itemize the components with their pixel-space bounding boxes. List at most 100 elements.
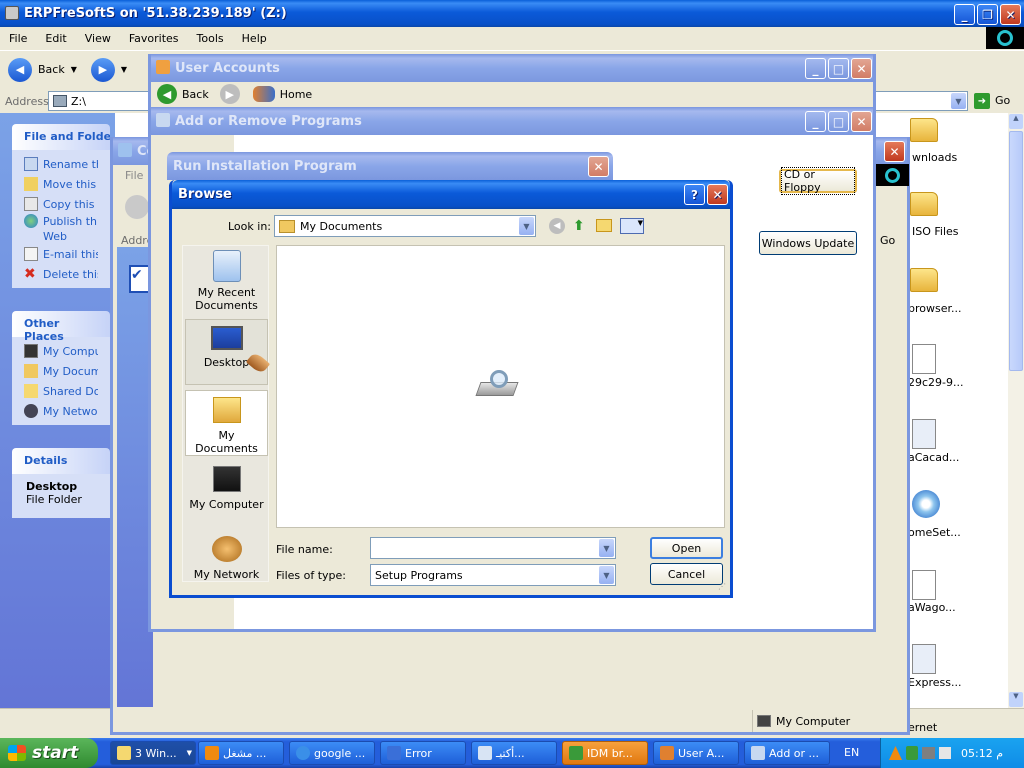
- shield-tray-icon[interactable]: [906, 746, 918, 760]
- other-places-header[interactable]: Other Places: [12, 311, 110, 343]
- close-button[interactable]: ✕: [851, 58, 872, 79]
- look-in-dropdown[interactable]: My Documents ▼: [274, 215, 536, 237]
- minimize-button[interactable]: _: [805, 111, 826, 132]
- place-my-network[interactable]: My Network: [185, 536, 268, 581]
- back-dropdown-icon[interactable]: ▼: [71, 65, 77, 74]
- windows-update-button[interactable]: Windows Update: [759, 231, 857, 255]
- scroll-thumb[interactable]: [1009, 131, 1023, 371]
- cancel-button[interactable]: Cancel: [650, 563, 723, 585]
- vlc-tray-icon[interactable]: [889, 746, 902, 760]
- place-my-documents[interactable]: My Documents: [185, 390, 268, 456]
- browse-titlebar[interactable]: Browse ? ✕: [172, 180, 730, 209]
- menu-file[interactable]: File: [0, 32, 36, 45]
- open-button[interactable]: Open: [650, 537, 723, 559]
- minimize-button[interactable]: _: [805, 58, 826, 79]
- forward-arrow-icon[interactable]: ▶: [90, 57, 115, 82]
- file-item[interactable]: browser...: [906, 264, 1006, 315]
- close-button[interactable]: ✕: [884, 141, 905, 162]
- dropdown-arrow-icon[interactable]: ▼: [599, 566, 614, 584]
- forward-arrow-icon[interactable]: ▶: [219, 84, 240, 104]
- file-item[interactable]: omeSet...: [906, 488, 1006, 539]
- menu-edit[interactable]: Edit: [36, 32, 75, 45]
- cd-or-floppy-button[interactable]: CD or Floppy: [779, 167, 857, 195]
- close-button[interactable]: ✕: [588, 156, 609, 177]
- taskbar-user-accounts[interactable]: User A...: [653, 741, 739, 765]
- go-label[interactable]: Go: [995, 94, 1010, 107]
- clock[interactable]: 05:12 م: [961, 747, 1003, 760]
- menu-tools[interactable]: Tools: [188, 32, 233, 45]
- copy-folder-link[interactable]: Copy this fol: [24, 194, 98, 214]
- explorer-scrollbar[interactable]: ▲ ▼: [1008, 113, 1024, 708]
- back-arrow-icon[interactable]: ◀: [157, 84, 177, 104]
- details-header[interactable]: Details: [12, 448, 110, 474]
- place-my-documents[interactable]: My Documen: [24, 361, 98, 381]
- place-my-computer[interactable]: My Computer: [24, 341, 98, 361]
- rename-folder-link[interactable]: Rename this: [24, 154, 98, 174]
- resize-grip-icon[interactable]: ⋰: [718, 582, 726, 591]
- explorer-titlebar[interactable]: ERPFreSoftS on '51.38.239.189' (Z:) _ ❐ …: [0, 0, 1024, 27]
- place-recent-documents[interactable]: My Recent Documents: [185, 250, 268, 312]
- start-button[interactable]: start: [0, 738, 98, 768]
- menu-file[interactable]: File: [125, 169, 143, 182]
- file-item[interactable]: Express...: [906, 640, 1006, 690]
- file-name-input[interactable]: ▼: [370, 537, 616, 559]
- place-my-computer[interactable]: My Computer: [185, 466, 268, 511]
- back-nav-icon[interactable]: ◀: [549, 218, 565, 234]
- volume-tray-icon[interactable]: [939, 747, 951, 759]
- go-label[interactable]: Go: [880, 234, 895, 247]
- back-label[interactable]: Back: [182, 88, 209, 101]
- view-menu-icon[interactable]: ▼: [620, 218, 644, 234]
- files-of-type-select[interactable]: Setup Programs ▼: [370, 564, 616, 586]
- file-item[interactable]: aCacad...: [906, 415, 1006, 465]
- dropdown-arrow-icon[interactable]: ▼: [599, 539, 614, 557]
- taskbar-idm[interactable]: IDM br...: [562, 741, 648, 765]
- publish-folder-link[interactable]: Publish this fo: [24, 214, 98, 228]
- menu-view[interactable]: View: [76, 32, 120, 45]
- taskbar-error[interactable]: Error: [380, 741, 466, 765]
- add-remove-titlebar[interactable]: Add or Remove Programs _ □ ✕: [151, 107, 873, 135]
- home-label[interactable]: Home: [280, 88, 312, 101]
- file-tasks-header[interactable]: File and Folder Tasks: [12, 124, 110, 150]
- delete-folder-link[interactable]: ✖ Delete this fol: [24, 264, 98, 284]
- new-folder-icon[interactable]: [596, 219, 612, 232]
- help-button[interactable]: ?: [684, 184, 705, 205]
- close-button[interactable]: ✕: [707, 184, 728, 205]
- maximize-button[interactable]: □: [828, 111, 849, 132]
- place-shared-documents[interactable]: Shared Docu: [24, 381, 98, 401]
- menu-favorites[interactable]: Favorites: [120, 32, 188, 45]
- forward-dropdown-icon[interactable]: ▼: [121, 65, 127, 74]
- go-arrow-icon[interactable]: ➜: [974, 93, 990, 109]
- file-item[interactable]: 29c29-9...: [906, 340, 1006, 390]
- file-item[interactable]: ISO Files: [906, 188, 1006, 238]
- place-desktop[interactable]: Desktop: [185, 319, 268, 385]
- maximize-button[interactable]: □: [828, 58, 849, 79]
- publish-web-link[interactable]: Web: [24, 228, 98, 244]
- back-arrow-icon[interactable]: [125, 195, 149, 219]
- run-install-titlebar[interactable]: Run Installation Program ✕: [167, 152, 613, 180]
- taskbar-add-remove[interactable]: Add or ...: [744, 741, 830, 765]
- home-users-icon[interactable]: [252, 86, 275, 102]
- back-label[interactable]: Back: [38, 63, 65, 76]
- taskbar-explorer-group[interactable]: 3 Win... ▼: [110, 741, 196, 765]
- file-item[interactable]: aWago...: [906, 566, 1006, 616]
- minimize-button[interactable]: _: [954, 4, 975, 25]
- scroll-up-icon[interactable]: ▲: [1009, 114, 1023, 129]
- back-arrow-icon[interactable]: ◀: [8, 57, 32, 82]
- place-my-network[interactable]: My Network P: [24, 401, 98, 421]
- network-tray-icon[interactable]: [922, 747, 935, 759]
- close-button[interactable]: ✕: [851, 111, 872, 132]
- taskbar-google[interactable]: google ...: [289, 741, 375, 765]
- file-item[interactable]: wnloads: [906, 114, 1006, 164]
- user-accounts-titlebar[interactable]: User Accounts _ □ ✕: [151, 54, 873, 82]
- maximize-button[interactable]: ❐: [977, 4, 998, 25]
- taskbar-activation[interactable]: أكتيـ...: [471, 741, 557, 765]
- email-folder-link[interactable]: E-mail this fo: [24, 244, 98, 264]
- language-indicator[interactable]: EN: [844, 746, 859, 759]
- move-folder-link[interactable]: Move this fol: [24, 174, 98, 194]
- taskbar-player[interactable]: مشغل ...: [198, 741, 284, 765]
- address-dropdown-icon[interactable]: ▼: [951, 93, 966, 109]
- up-folder-icon[interactable]: ⬆: [573, 218, 585, 234]
- scroll-down-icon[interactable]: ▼: [1009, 692, 1023, 707]
- close-button[interactable]: ✕: [1000, 4, 1021, 25]
- dropdown-arrow-icon[interactable]: ▼: [519, 217, 534, 235]
